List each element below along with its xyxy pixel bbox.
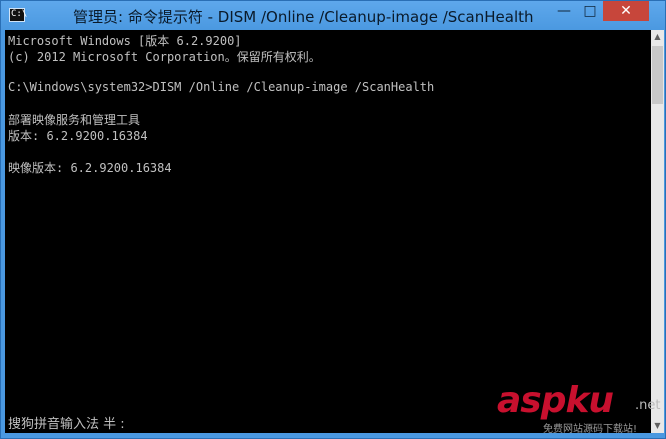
- site-watermark-logo: aspku .net 免费网站源码下载站!: [497, 380, 664, 436]
- console-line: 版本: 6.2.9200.16384: [8, 129, 148, 143]
- close-button[interactable]: ✕: [603, 1, 649, 21]
- watermark-brand: aspku: [497, 380, 614, 421]
- console-line: Microsoft Windows [版本 6.2.9200]: [8, 34, 242, 48]
- watermark-suffix: .net: [635, 398, 661, 413]
- scroll-up-arrow-icon[interactable]: ▲: [651, 30, 664, 44]
- vertical-scrollbar[interactable]: ▲ ▼: [651, 30, 664, 433]
- minimize-button[interactable]: —: [551, 1, 577, 21]
- console-line: 部署映像服务和管理工具: [8, 113, 141, 127]
- window-title: 管理员: 命令提示符 - DISM /Online /Cleanup-image…: [73, 8, 534, 26]
- cmd-app-icon[interactable]: C:\: [9, 8, 27, 22]
- ime-status-bar: 搜狗拼音输入法 半 :: [8, 417, 125, 432]
- watermark-tagline: 免费网站源码下载站!: [543, 424, 638, 435]
- console-line: 映像版本: 6.2.9200.16384: [8, 161, 172, 175]
- console-line: (c) 2012 Microsoft Corporation。保留所有权利。: [8, 50, 321, 64]
- maximize-button[interactable]: □: [577, 1, 603, 21]
- title-bar[interactable]: C:\ 管理员: 命令提示符 - DISM /Online /Cleanup-i…: [1, 1, 665, 31]
- console-line: C:\Windows\system32>DISM /Online /Cleanu…: [8, 80, 435, 94]
- scrollbar-thumb[interactable]: [652, 46, 663, 104]
- console-output[interactable]: Microsoft Windows [版本 6.2.9200] (c) 2012…: [5, 30, 651, 433]
